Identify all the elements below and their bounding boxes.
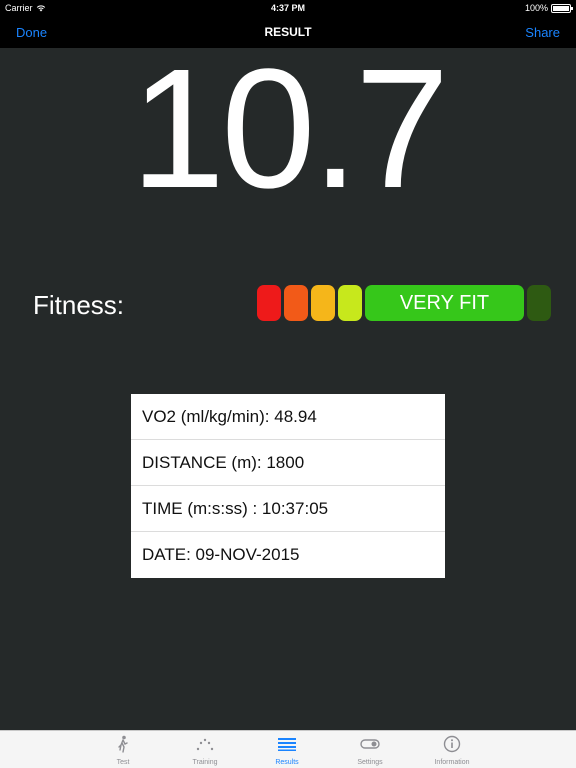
vo2-row: VO2 (ml/kg/min): 48.94 xyxy=(131,394,445,440)
tab-training-label: Training xyxy=(192,759,218,766)
battery-indicator: 100% xyxy=(524,3,573,13)
tab-bar: Test Training Results Settings Informati… xyxy=(0,730,576,768)
tab-test[interactable]: Test xyxy=(93,734,153,766)
fitness-score: 10.7 xyxy=(130,34,450,224)
dots-arc-icon xyxy=(196,738,214,751)
done-button[interactable]: Done xyxy=(16,25,47,40)
tab-test-label: Test xyxy=(116,759,130,766)
battery-level-fill xyxy=(553,5,569,11)
fitness-label: Fitness: xyxy=(33,290,125,320)
fitness-level-6 xyxy=(527,285,551,321)
tab-training[interactable]: Training xyxy=(175,734,235,766)
fitness-level-1 xyxy=(257,285,281,321)
tab-results-label: Results xyxy=(275,759,299,766)
tab-settings[interactable]: Settings xyxy=(340,734,400,766)
tab-settings-label: Settings xyxy=(357,759,383,766)
fitness-level-4 xyxy=(338,285,362,321)
result-details-card: VO2 (ml/kg/min): 48.94 DISTANCE (m): 180… xyxy=(131,394,445,578)
runner-icon xyxy=(118,735,128,753)
tab-information[interactable]: Information xyxy=(422,734,482,766)
status-time: 4:37 PM xyxy=(270,3,305,13)
battery-icon xyxy=(551,3,573,13)
tab-information-label: Information xyxy=(434,759,470,766)
toggle-icon xyxy=(360,739,380,749)
battery-percentage: 100% xyxy=(524,3,548,13)
status-bar: Carrier 4:37 PM 100% xyxy=(0,0,576,16)
time-row: TIME (m:s:ss) : 10:37:05 xyxy=(131,486,445,532)
fitness-level-5: VERY FIT xyxy=(365,285,524,321)
tab-results[interactable]: Results xyxy=(257,734,317,766)
fitness-level-text: VERY FIT xyxy=(399,291,490,314)
distance-row: DISTANCE (m): 1800 xyxy=(131,440,445,486)
list-icon xyxy=(278,738,296,751)
info-icon xyxy=(443,735,461,753)
share-button[interactable]: Share xyxy=(525,25,560,40)
fitness-level-2 xyxy=(284,285,308,321)
date-row: DATE: 09-NOV-2015 xyxy=(142,545,300,564)
fitness-level-3 xyxy=(311,285,335,321)
